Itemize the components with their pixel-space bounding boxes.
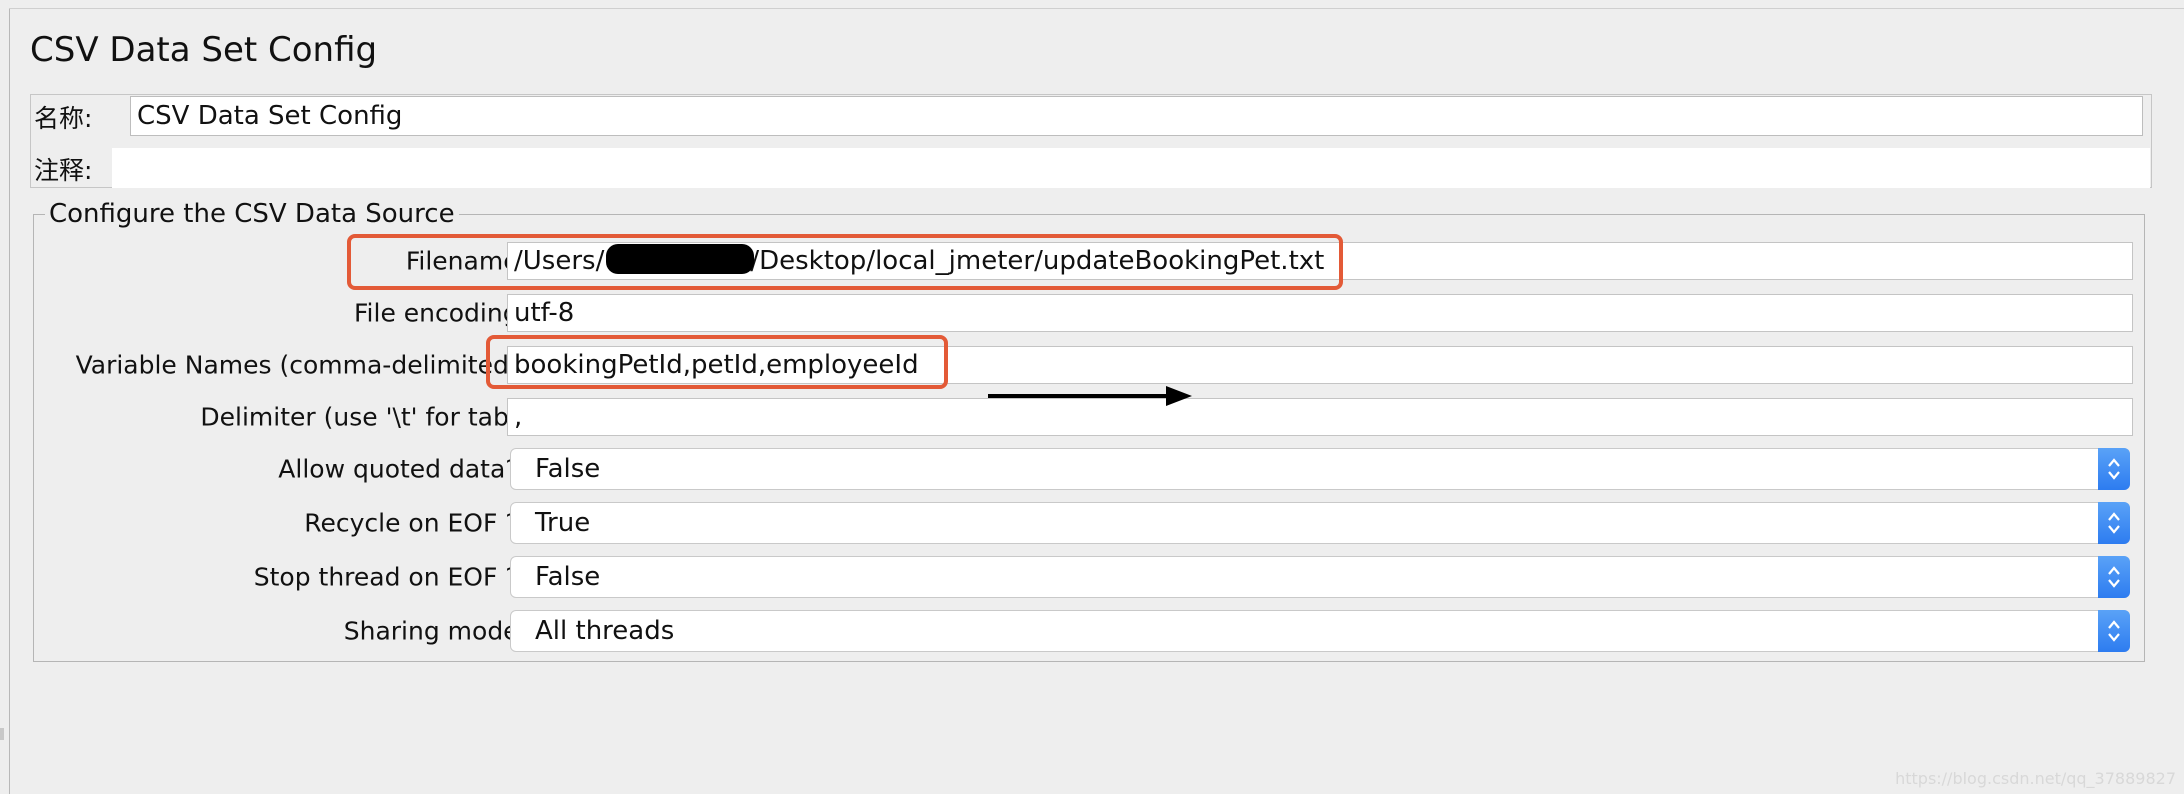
encoding-label: File encoding: bbox=[354, 298, 527, 328]
recycle-eof-select[interactable]: True bbox=[510, 502, 2130, 544]
side-scroll-tick bbox=[0, 728, 4, 740]
variable-names-input[interactable]: bookingPetId,petId,employeeId bbox=[507, 346, 2133, 384]
sharing-mode-row: Sharing mode: All threads bbox=[33, 606, 2133, 656]
quoted-data-value: False bbox=[535, 454, 601, 484]
filename-value-start: /Users/ bbox=[514, 246, 605, 276]
recycle-eof-label: Recycle on EOF ?: bbox=[304, 508, 527, 538]
quoted-data-select[interactable]: False bbox=[510, 448, 2130, 490]
window-left-edge bbox=[9, 8, 10, 794]
panel-title: CSV Data Set Config bbox=[30, 30, 378, 70]
select-stepper-icon[interactable] bbox=[2098, 556, 2130, 598]
stop-thread-label: Stop thread on EOF ?: bbox=[253, 562, 527, 592]
comment-input[interactable] bbox=[112, 148, 2150, 188]
stop-thread-value: False bbox=[535, 562, 601, 592]
filename-row: Filename: /Users//Desktop/local_jmeter/u… bbox=[33, 236, 2133, 286]
window-top-edge bbox=[9, 8, 2184, 9]
stop-thread-select[interactable]: False bbox=[510, 556, 2130, 598]
sharing-mode-value: All threads bbox=[535, 616, 675, 646]
redaction-mark bbox=[606, 244, 754, 274]
select-stepper-icon[interactable] bbox=[2098, 502, 2130, 544]
group-legend: Configure the CSV Data Source bbox=[45, 199, 459, 229]
name-row: 名称: CSV Data Set Config bbox=[30, 92, 2150, 142]
delimiter-label: Delimiter (use '\t' for tab): bbox=[200, 402, 527, 432]
sharing-mode-label: Sharing mode: bbox=[343, 616, 527, 646]
stop-thread-row: Stop thread on EOF ?: False bbox=[33, 552, 2133, 602]
name-label: 名称: bbox=[34, 104, 93, 133]
recycle-eof-row: Recycle on EOF ?: True bbox=[33, 498, 2133, 548]
encoding-row: File encoding: utf-8 bbox=[33, 288, 2133, 338]
name-input[interactable]: CSV Data Set Config bbox=[130, 96, 2143, 136]
sharing-mode-select[interactable]: All threads bbox=[510, 610, 2130, 652]
select-stepper-icon[interactable] bbox=[2098, 610, 2130, 652]
recycle-eof-value: True bbox=[535, 508, 591, 538]
filename-value-end: /Desktop/local_jmeter/updateBookingPet.t… bbox=[750, 246, 1325, 276]
arrow-right-icon bbox=[988, 386, 1192, 406]
watermark-text: https://blog.csdn.net/qq_37889827 bbox=[1895, 769, 2176, 788]
comment-row: 注释: bbox=[30, 144, 2150, 194]
delimiter-input[interactable]: , bbox=[507, 398, 2133, 436]
quoted-data-label: Allow quoted data?: bbox=[278, 454, 527, 484]
encoding-input[interactable]: utf-8 bbox=[507, 294, 2133, 332]
comment-label: 注释: bbox=[34, 156, 93, 185]
select-stepper-icon[interactable] bbox=[2098, 448, 2130, 490]
quoted-data-row: Allow quoted data?: False bbox=[33, 444, 2133, 494]
variable-names-label: Variable Names (comma-delimited): bbox=[75, 350, 527, 380]
variable-names-row: Variable Names (comma-delimited): bookin… bbox=[33, 340, 2133, 390]
